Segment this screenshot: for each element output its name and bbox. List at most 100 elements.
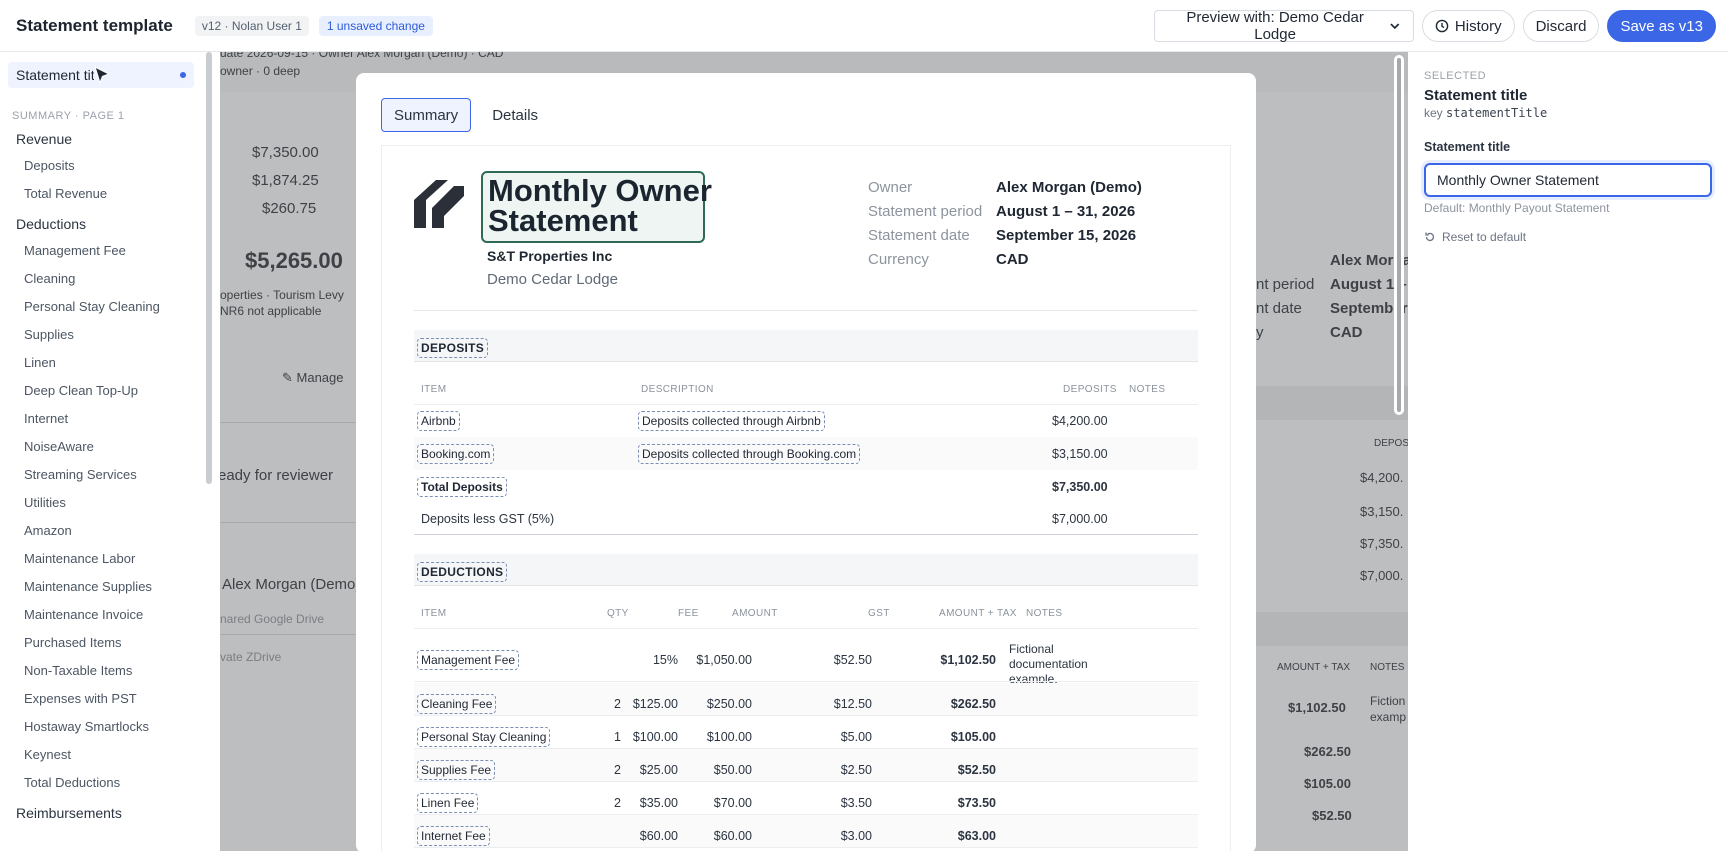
deduction-total: $73.50: [957, 796, 996, 810]
selected-label: SELECTED: [1424, 70, 1487, 82]
deduction-amount: $100.00: [706, 730, 752, 744]
modal-scrollbar[interactable]: [1394, 55, 1404, 415]
deduction-amount: $1,050.00: [696, 653, 752, 667]
sidebar-item[interactable]: Deep Clean Top-Up: [24, 383, 138, 398]
deposits-section-title[interactable]: DEPOSITS: [417, 338, 489, 358]
reset-icon: [1425, 232, 1435, 242]
bg-text: operties · Tourism Levy: [220, 288, 344, 302]
discard-button[interactable]: Discard: [1522, 10, 1600, 42]
statement-title[interactable]: Monthly Owner Statement: [488, 175, 718, 236]
deduction-item[interactable]: Internet Fee: [417, 826, 490, 846]
bg-text: $262.50: [1304, 744, 1351, 759]
sidebar-item[interactable]: Purchased Items: [24, 635, 122, 650]
sidebar-item[interactable]: Utilities: [24, 495, 66, 510]
deduction-item[interactable]: Personal Stay Cleaning: [417, 727, 551, 747]
col-header-item: ITEM: [421, 384, 447, 395]
sidebar-item[interactable]: Streaming Services: [24, 467, 137, 482]
meta-value: CAD: [996, 251, 1029, 268]
deductions-section-title[interactable]: DEDUCTIONS: [417, 562, 508, 582]
row-divider: [414, 681, 1198, 682]
company-name: S&T Properties Inc: [487, 248, 613, 264]
bg-text: Manage: [296, 370, 344, 385]
tab-details[interactable]: Details: [479, 98, 551, 132]
deposit-description[interactable]: Deposits collected through Booking.com: [638, 444, 861, 464]
deposit-description[interactable]: Deposits collected through Airbnb: [638, 411, 825, 431]
statement-document: Monthly Owner Statement S&T Properties I…: [381, 145, 1231, 851]
bg-text: NOTES: [1370, 662, 1405, 673]
statement-title-input[interactable]: [1424, 163, 1712, 197]
total-deposits-value: $7,350.00: [1052, 480, 1108, 494]
sidebar-item[interactable]: Linen: [24, 355, 56, 370]
sidebar-item[interactable]: Hostaway Smartlocks: [24, 719, 149, 734]
bg-text: $7,350.00: [252, 144, 319, 161]
deduction-item[interactable]: Linen Fee: [417, 793, 479, 813]
total-deposits-label[interactable]: Total Deposits: [417, 477, 507, 497]
row-divider: [414, 847, 1198, 848]
col-header-fee: FEE: [678, 608, 699, 619]
deposits-less-gst-label: Deposits less GST (5%): [421, 512, 555, 526]
property-name: Demo Cedar Lodge: [487, 271, 618, 288]
sidebar-item[interactable]: Amazon: [24, 523, 72, 538]
save-button[interactable]: Save as v13: [1607, 10, 1716, 42]
row-divider: [414, 404, 1198, 405]
bg-text: vate ZDrive: [220, 650, 282, 664]
deposits-less-gst-value: $7,000.00: [1052, 512, 1108, 526]
col-header-item: ITEM: [421, 608, 447, 619]
sidebar-scrollbar[interactable]: [206, 52, 212, 484]
sidebar-item[interactable]: Total Deductions: [24, 775, 120, 790]
sidebar-item[interactable]: Expenses with PST: [24, 691, 137, 706]
bg-band: [1256, 612, 1408, 646]
meta-label: Currency: [868, 251, 929, 268]
preview-modal: Summary Details Monthly Owner Statement …: [356, 73, 1256, 851]
deduction-total: $1,102.50: [940, 653, 996, 667]
deduction-item[interactable]: Supplies Fee: [417, 760, 496, 780]
preview-select[interactable]: Preview with: Demo Cedar Lodge: [1153, 9, 1414, 43]
sidebar-item[interactable]: Deductions: [16, 216, 86, 232]
history-button-label: History: [1454, 17, 1502, 35]
bg-text: examp: [1370, 710, 1407, 724]
reset-to-default-button[interactable]: Reset to default: [1424, 230, 1526, 244]
sidebar-item[interactable]: Maintenance Labor: [24, 551, 135, 566]
sidebar-item[interactable]: Reimbursements: [16, 805, 122, 821]
sidebar-item[interactable]: Maintenance Invoice: [24, 607, 143, 622]
deduction-amount: $250.00: [706, 697, 752, 711]
bg-text: NR6 not applicable: [220, 304, 322, 318]
deposit-item[interactable]: Booking.com: [417, 444, 495, 464]
sidebar-item[interactable]: Management Fee: [24, 243, 126, 258]
sidebar-item[interactable]: Personal Stay Cleaning: [24, 299, 160, 314]
key-prefix: key: [1424, 106, 1443, 120]
bg-divider: [220, 522, 356, 523]
changed-dot-icon: [180, 72, 186, 78]
preview-select-label: Preview with: Demo Cedar Lodge: [1186, 9, 1364, 43]
divider: [414, 310, 1198, 311]
page-title: Statement template: [16, 15, 173, 35]
sidebar-item[interactable]: Keynest: [24, 747, 71, 762]
deduction-gst: $2.50: [840, 763, 872, 777]
deduction-item[interactable]: Cleaning Fee: [417, 694, 497, 714]
bg-text: nt date: [1256, 300, 1302, 317]
col-header-amount: AMOUNT: [732, 608, 778, 619]
sidebar-item[interactable]: NoiseAware: [24, 439, 94, 454]
sidebar-item[interactable]: Supplies: [24, 327, 74, 342]
deposits-section-band: [414, 330, 1198, 362]
sidebar-item[interactable]: Internet: [24, 411, 68, 426]
meta-value: August 1 – 31, 2026: [996, 203, 1136, 220]
tab-summary[interactable]: Summary: [381, 98, 472, 132]
deduction-fee: $35.00: [639, 796, 678, 810]
meta-value: September 15, 2026: [996, 227, 1137, 244]
unsaved-badge[interactable]: 1 unsaved change: [318, 15, 433, 36]
default-hint: Default: Monthly Payout Statement: [1424, 201, 1610, 215]
deposit-item[interactable]: Airbnb: [417, 411, 460, 431]
sidebar-item[interactable]: Deposits: [24, 158, 75, 173]
sidebar-item[interactable]: Total Revenue: [24, 186, 107, 201]
deposit-amount: $3,150.00: [1052, 447, 1108, 461]
deduction-item[interactable]: Management Fee: [417, 650, 520, 670]
preview-tabs: Summary Details: [381, 98, 551, 132]
sidebar-item[interactable]: Revenue: [16, 131, 72, 147]
sidebar-item[interactable]: Non-Taxable Items: [24, 663, 132, 678]
bg-text: Alex Morgan (Demo): [222, 576, 361, 593]
sidebar-item[interactable]: Maintenance Supplies: [24, 579, 152, 594]
sidebar: Statement title SUMMARY · PAGE 1 Revenue…: [0, 52, 220, 851]
sidebar-item[interactable]: Cleaning: [24, 271, 75, 286]
history-button[interactable]: History: [1421, 10, 1515, 42]
